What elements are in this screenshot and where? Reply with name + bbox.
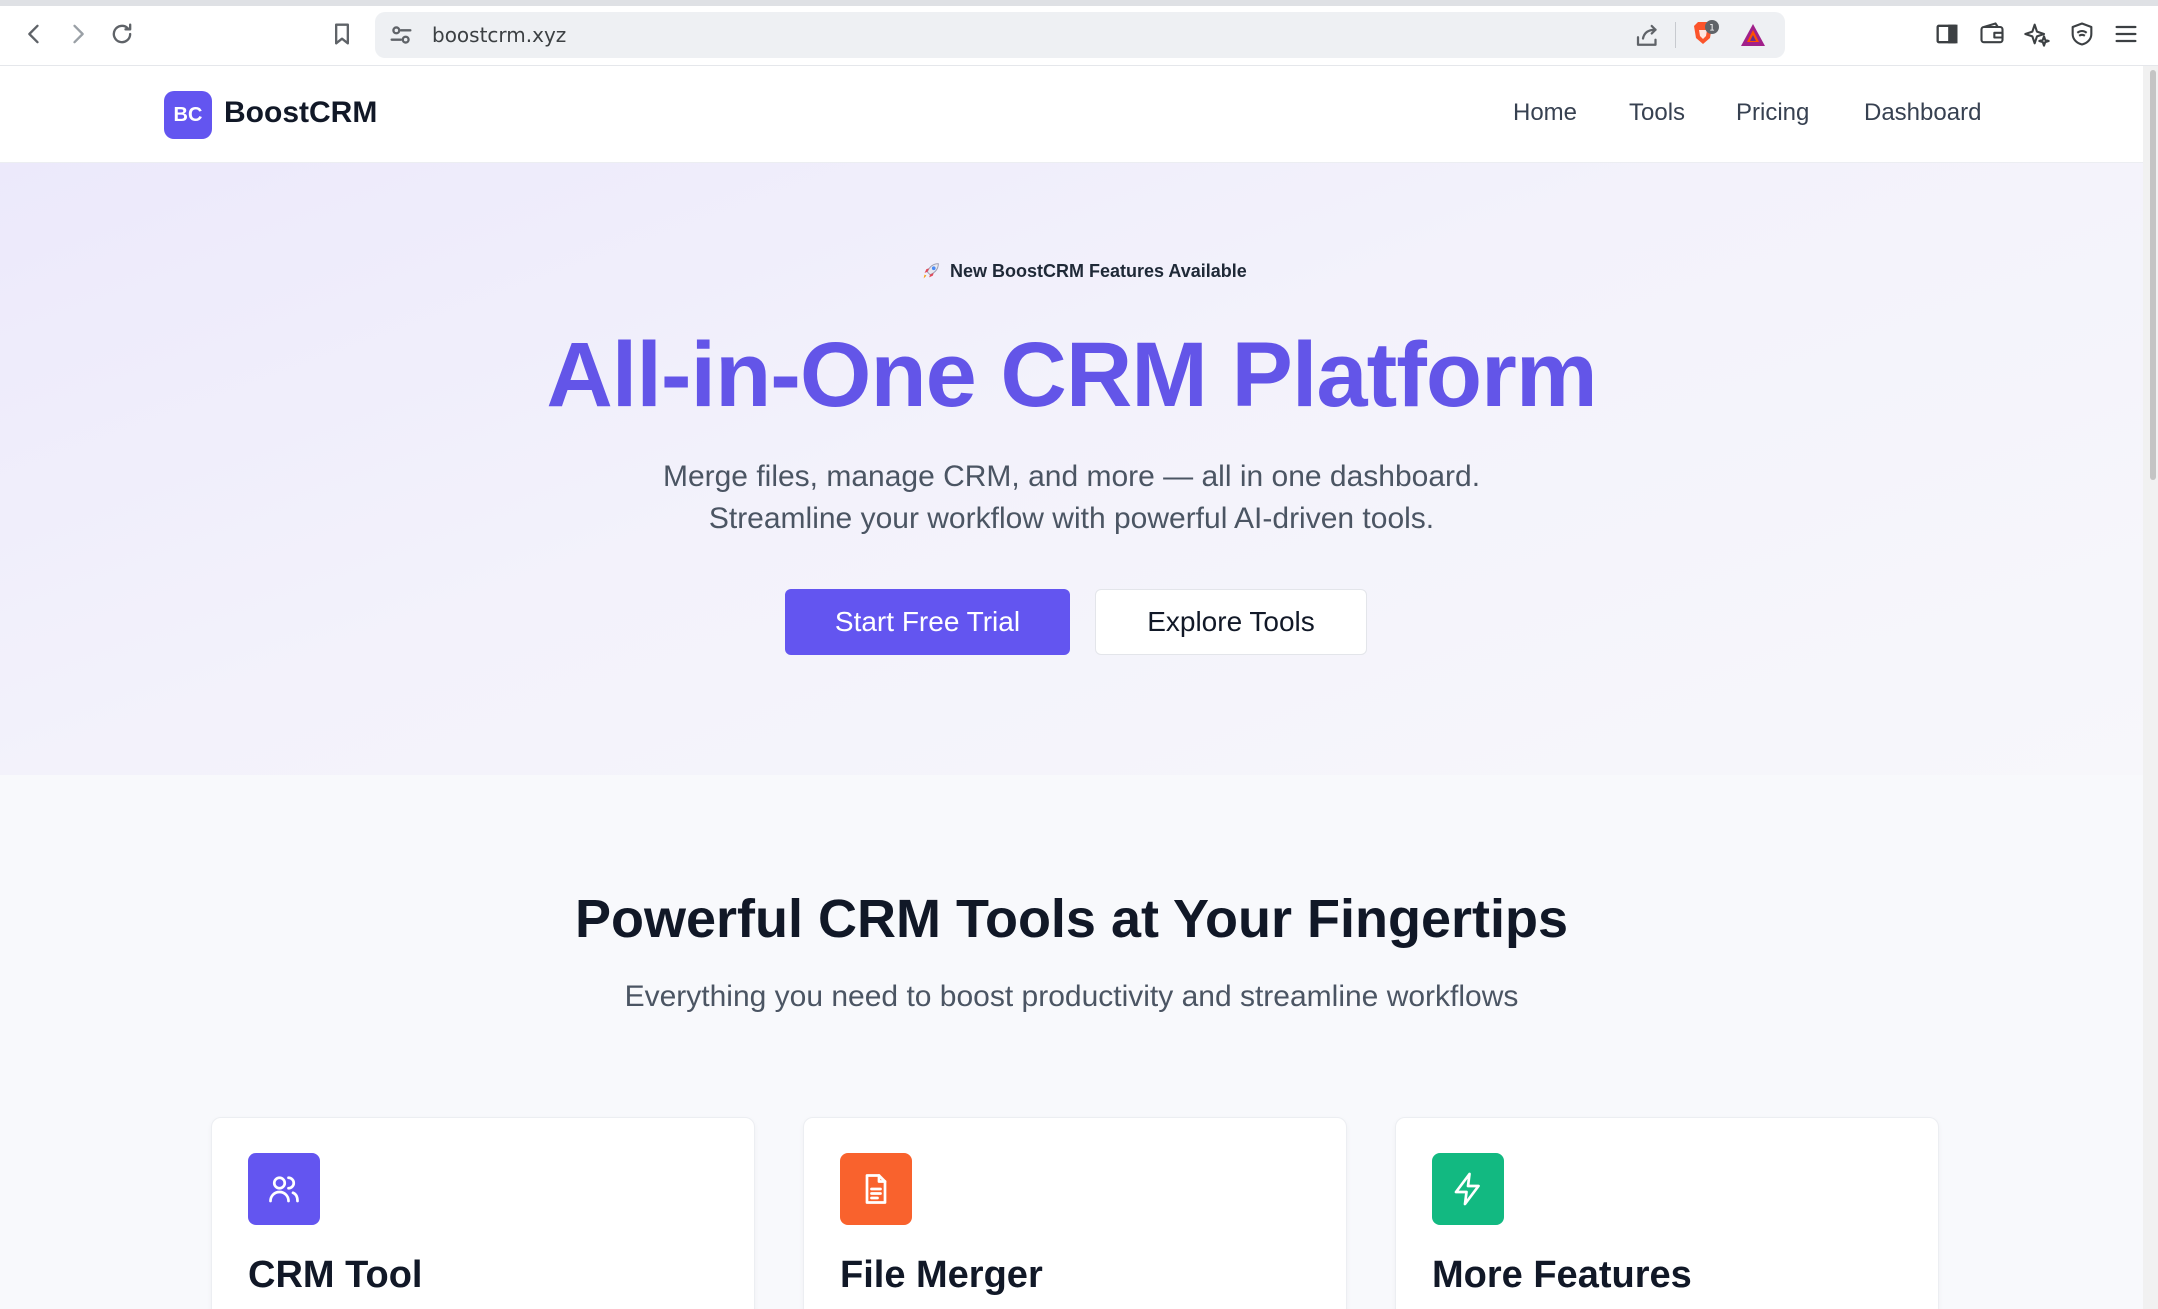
hero-subtitle-line-1: Merge files, manage CRM, and more — all … (662, 460, 1481, 493)
page-scrollbar-thumb[interactable] (2150, 70, 2156, 480)
site-header: BC BoostCRM Home Tools Pricing Dashboard (0, 66, 2143, 163)
badge-text: New BoostCRM Features Available (950, 260, 1247, 281)
tool-card-title: File Merger (840, 1254, 1043, 1296)
address-bar[interactable]: boostcrm.xyz 1 (375, 12, 1785, 58)
tool-card-file-merger[interactable]: File Merger (803, 1117, 1347, 1309)
nav-home[interactable]: Home (1513, 99, 1577, 127)
tool-card-title: CRM Tool (248, 1254, 423, 1296)
hero-section: New BoostCRM Features Available All-in-O… (0, 163, 2143, 775)
bookmark-icon[interactable] (324, 16, 360, 52)
lightning-icon (1432, 1153, 1504, 1225)
reload-icon[interactable] (104, 16, 140, 52)
hero-title: All-in-One CRM Platform (546, 324, 1597, 426)
tools-section-title: Powerful CRM Tools at Your Fingertips (574, 889, 1569, 949)
url-text[interactable]: boostcrm.xyz (432, 23, 566, 47)
nav-pricing[interactable]: Pricing (1736, 99, 1809, 127)
nav-tools[interactable]: Tools (1629, 99, 1685, 127)
hero-subtitle-line-2: Streamline your workflow with powerful A… (708, 502, 1435, 535)
hero-subtitle: Merge files, manage CRM, and more — all … (0, 456, 2143, 540)
nav-dashboard[interactable]: Dashboard (1864, 99, 1981, 127)
browser-toolbar: boostcrm.xyz 1 (0, 0, 2158, 66)
back-icon[interactable] (16, 16, 52, 52)
wallet-icon[interactable] (1974, 16, 2010, 52)
logo-text[interactable]: BoostCRM (224, 96, 377, 130)
vpn-icon[interactable] (2064, 16, 2100, 52)
users-icon (248, 1153, 320, 1225)
share-icon[interactable] (1633, 21, 1663, 51)
address-divider (1675, 22, 1676, 48)
rocket-icon (923, 263, 939, 279)
tool-card-crm[interactable]: CRM Tool (211, 1117, 755, 1309)
tab-strip-edge (0, 0, 2158, 6)
tool-card-more-features[interactable]: More Features (1395, 1117, 1939, 1309)
tools-section-subtitle: Everything you need to boost productivit… (624, 980, 1519, 1013)
brave-shields-icon[interactable]: 1 (1688, 18, 1722, 52)
logo-badge[interactable]: BC (164, 91, 212, 139)
leo-ai-icon[interactable] (2019, 16, 2055, 52)
brave-rewards-icon[interactable] (1738, 20, 1768, 50)
file-icon (840, 1153, 912, 1225)
sidebar-icon[interactable] (1929, 16, 1965, 52)
shields-count: 1 (1709, 24, 1715, 34)
forward-icon[interactable] (60, 16, 96, 52)
site-settings-icon[interactable] (387, 21, 415, 49)
start-free-trial-button[interactable]: Start Free Trial (785, 589, 1070, 655)
menu-icon[interactable] (2108, 16, 2144, 52)
features-badge: New BoostCRM Features Available (910, 255, 1257, 287)
tool-card-title: More Features (1432, 1254, 1692, 1296)
explore-tools-button[interactable]: Explore Tools (1095, 589, 1367, 655)
